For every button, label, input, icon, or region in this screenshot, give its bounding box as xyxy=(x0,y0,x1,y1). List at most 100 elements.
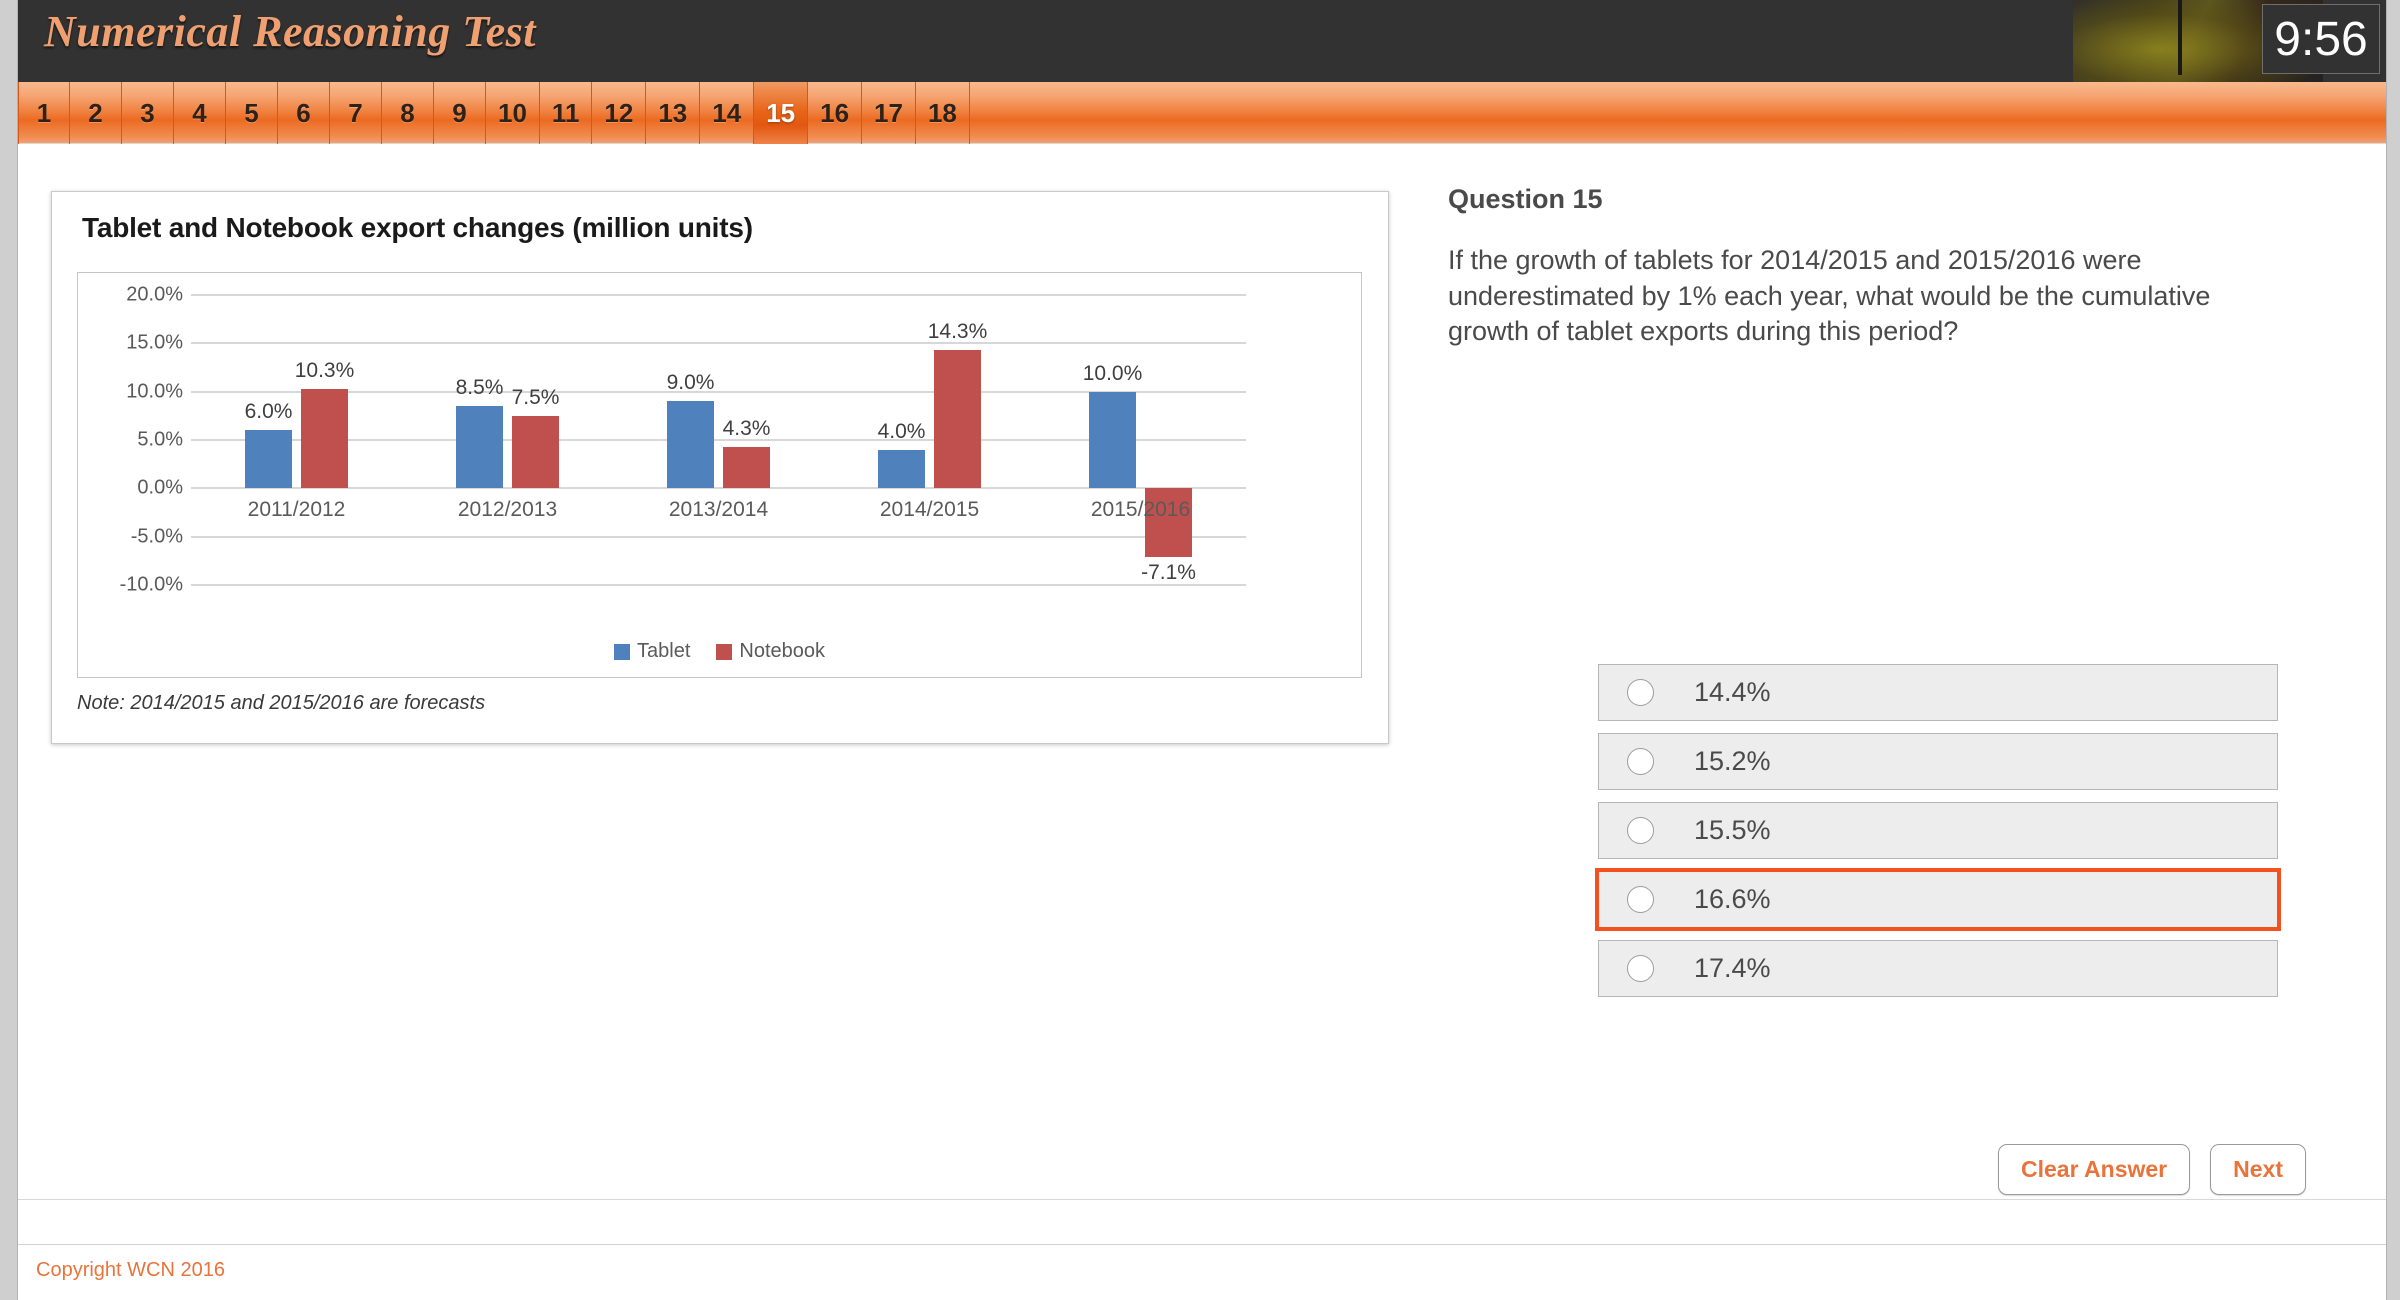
question-tab-5[interactable]: 5 xyxy=(226,82,278,144)
copyright-text: Copyright WCN 2016 xyxy=(36,1259,225,1281)
answer-option-5[interactable]: 17.4% xyxy=(1598,940,2278,997)
question-tab-label: 9 xyxy=(452,97,467,128)
chart-bar-value-label: 14.3% xyxy=(927,320,988,344)
chart-gridline xyxy=(191,294,1246,296)
answer-option-3[interactable]: 15.5% xyxy=(1598,802,2278,859)
radio-button-icon[interactable] xyxy=(1627,817,1654,844)
question-tab-9[interactable]: 9 xyxy=(434,82,486,144)
chart-bar xyxy=(456,406,503,489)
question-tab-14[interactable]: 14 xyxy=(700,82,755,144)
answer-option-1[interactable]: 14.4% xyxy=(1598,664,2278,721)
chart-y-axis-tick: 0.0% xyxy=(137,476,183,499)
chart-x-axis-label: 2014/2015 xyxy=(879,498,980,522)
chart-legend-item: Tablet xyxy=(614,640,690,663)
chart-bar-value-label: 4.3% xyxy=(722,416,771,440)
chart-plot-frame: 20.0% 15.0% 10.0% 5.0% 0.0% -5.0% -10.0% 6.0% 8.… xyxy=(77,272,1362,678)
question-text: If the growth of tablets for 2014/2015 a… xyxy=(1448,245,2211,347)
chart-x-axis-label: 2012/2013 xyxy=(457,498,558,522)
chart-gridline xyxy=(191,535,1246,538)
radio-button-icon[interactable] xyxy=(1627,679,1654,706)
question-tab-label: 2 xyxy=(88,97,103,128)
chart-title: Tablet and Notebook export changes (mill… xyxy=(82,212,753,243)
app-header: Numerical Reasoning Test 9:56 xyxy=(18,0,2386,82)
chart-gridline xyxy=(191,439,1246,441)
question-tab-label: 13 xyxy=(658,97,688,128)
radio-button-icon[interactable] xyxy=(1627,748,1654,775)
question-tab-label: 15 xyxy=(766,97,796,128)
chart-bar xyxy=(512,415,559,489)
main-content: Tablet and Notebook export changes (mill… xyxy=(18,144,2386,1256)
question-tab-7[interactable]: 7 xyxy=(330,82,382,144)
question-tab-label: 10 xyxy=(498,97,527,128)
question-tab-8[interactable]: 8 xyxy=(382,82,434,144)
chart-bar-value-label: 7.5% xyxy=(511,385,560,409)
answer-option-label: 15.2% xyxy=(1694,746,1771,776)
chart-bar xyxy=(245,430,292,489)
clear-answer-button[interactable]: Clear Answer xyxy=(1997,1144,2191,1195)
question-tab-label: 6 xyxy=(296,97,311,128)
question-tab-label: 11 xyxy=(551,97,580,128)
answer-option-label: 17.4% xyxy=(1694,953,1771,983)
question-tab-17[interactable]: 17 xyxy=(862,82,916,144)
chart-bar-value-label: 10.3% xyxy=(294,358,355,382)
chart-x-axis-label: 2013/2014 xyxy=(668,498,769,522)
chart-x-axis-label: 2011/2012 xyxy=(247,498,346,522)
question-navigation-bar: 1 2 3 4 5 6 7 8 9 10 11 12 13 14 15 16 17 18 xyxy=(18,82,2386,144)
radio-button-icon[interactable] xyxy=(1627,955,1654,982)
chart-bar xyxy=(934,350,981,489)
chart-y-axis-tick: 10.0% xyxy=(126,380,183,403)
question-tab-label: 12 xyxy=(604,97,634,128)
question-tab-12[interactable]: 12 xyxy=(592,82,647,144)
answer-option-4[interactable]: 16.6% xyxy=(1595,868,2281,931)
question-tab-label: 17 xyxy=(874,97,903,128)
question-tab-6[interactable]: 6 xyxy=(278,82,330,144)
chart-footnote: Note: 2014/2015 and 2015/2016 are foreca… xyxy=(77,692,486,714)
chart-y-axis-tick: 20.0% xyxy=(126,283,183,306)
chart-bar xyxy=(878,449,925,489)
chart-bar-value-label: 4.0% xyxy=(877,419,926,443)
question-tab-2[interactable]: 2 xyxy=(70,82,122,144)
chart-legend-swatch xyxy=(614,643,630,660)
question-tab-label: 3 xyxy=(140,97,155,128)
page-title: Numerical Reasoning Test xyxy=(44,7,536,56)
right-window-gutter xyxy=(2386,0,2400,1300)
chart-bar-value-label: 8.5% xyxy=(455,376,504,400)
question-tab-1[interactable]: 1 xyxy=(18,82,70,144)
chart-gridline xyxy=(191,487,1246,490)
question-tab-label: 16 xyxy=(820,97,850,128)
chart-gridline xyxy=(191,342,1246,345)
chart-bar xyxy=(301,388,348,489)
action-button-group: Clear Answer Next xyxy=(1997,1144,2306,1195)
chart-legend-label: Notebook xyxy=(739,640,825,662)
next-button[interactable]: Next xyxy=(2210,1144,2306,1195)
content-divider xyxy=(18,1199,2386,1200)
answer-option-label: 16.6% xyxy=(1694,884,1771,914)
question-tab-4[interactable]: 4 xyxy=(174,82,226,144)
question-tab-13[interactable]: 13 xyxy=(646,82,701,144)
question-tab-label: 7 xyxy=(348,97,363,128)
answer-option-label: 14.4% xyxy=(1694,677,1771,707)
question-tab-10[interactable]: 10 xyxy=(486,82,540,144)
question-tab-label: 4 xyxy=(192,97,207,128)
stimulus-chart-card: Tablet and Notebook export changes (mill… xyxy=(51,191,1389,744)
question-tab-15[interactable]: 15 xyxy=(754,82,809,144)
question-tab-11[interactable]: 11 xyxy=(540,82,593,144)
chart-gridline xyxy=(191,584,1246,586)
app-footer: Copyright WCN 2016 xyxy=(18,1244,2386,1300)
chart-bar-value-label: 6.0% xyxy=(244,400,293,424)
question-tab-label: 14 xyxy=(712,97,742,128)
answer-option-label: 15.5% xyxy=(1694,815,1771,845)
question-panel: Question 15 If the growth of tablets for… xyxy=(1448,184,2348,350)
question-tab-16[interactable]: 16 xyxy=(808,82,863,144)
answer-option-2[interactable]: 15.2% xyxy=(1598,733,2278,790)
radio-button-icon[interactable] xyxy=(1627,886,1654,913)
question-tab-label: 18 xyxy=(927,97,957,128)
question-heading: Question 15 xyxy=(1448,184,1603,214)
application-frame: Numerical Reasoning Test 9:56 1234567891… xyxy=(0,0,2400,1300)
question-tab-18[interactable]: 18 xyxy=(916,82,970,144)
chart-legend-swatch xyxy=(716,643,733,660)
question-tab-3[interactable]: 3 xyxy=(122,82,174,144)
chart-x-axis-label: 2015/2016 xyxy=(1090,498,1191,522)
chart-y-axis-tick: -5.0% xyxy=(130,525,183,548)
timer-value: 9:56 xyxy=(2274,12,2368,66)
